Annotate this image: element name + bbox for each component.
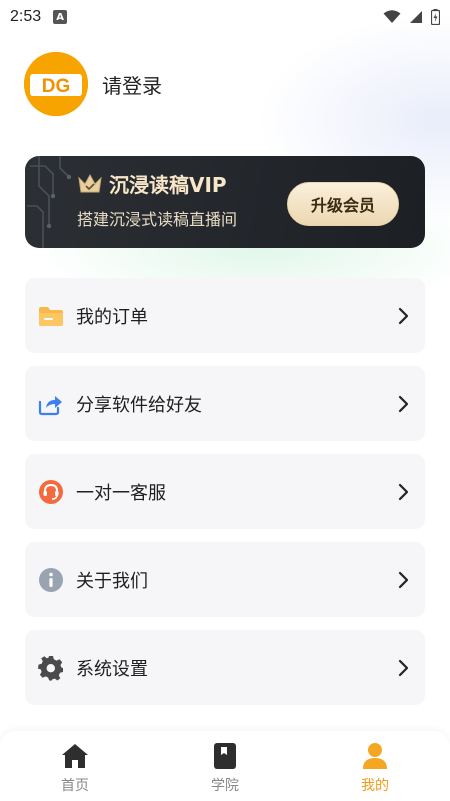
chevron-right-icon <box>395 395 411 413</box>
menu-label: 分享软件给好友 <box>76 394 202 416</box>
vip-title: 沉浸读稿VIP <box>109 173 227 197</box>
vip-subtitle: 搭建沉浸式读稿直播间 <box>77 210 238 229</box>
menu-item-about[interactable]: 关于我们 <box>25 542 425 617</box>
tab-label: 我的 <box>361 778 389 794</box>
status-time: 2:53 <box>10 8 42 25</box>
home-icon <box>60 741 90 771</box>
share-icon <box>38 391 64 417</box>
menu-item-support[interactable]: 一对一客服 <box>25 454 425 529</box>
support-icon <box>38 479 64 505</box>
profile-header[interactable]: DG 请登录 <box>24 52 162 116</box>
signal-icon <box>410 11 422 23</box>
vip-title-row: 沉浸读稿VIP <box>77 169 227 198</box>
tab-home[interactable]: 首页 <box>0 731 150 801</box>
vip-banner[interactable]: 沉浸读稿VIP 搭建沉浸式读稿直播间 升级会员 <box>25 156 425 248</box>
menu-label: 一对一客服 <box>76 482 166 504</box>
dg-logo-icon: DG <box>24 52 88 116</box>
avatar[interactable]: DG <box>24 52 88 116</box>
gear-icon <box>38 655 64 681</box>
menu-item-settings[interactable]: 系统设置 <box>25 630 425 705</box>
user-icon <box>360 741 390 771</box>
tab-label: 学院 <box>211 778 239 794</box>
bottom-tab-bar: 首页 学院 我的 <box>0 731 450 801</box>
tab-mine[interactable]: 我的 <box>300 731 450 801</box>
menu-label: 系统设置 <box>76 658 148 680</box>
battery-icon <box>431 9 440 25</box>
login-prompt[interactable]: 请登录 <box>102 70 162 99</box>
chevron-right-icon <box>395 571 411 589</box>
header-background <box>0 0 450 300</box>
upgrade-membership-button[interactable]: 升级会员 <box>287 182 399 226</box>
tab-label: 首页 <box>61 778 89 794</box>
notification-icon: A <box>53 10 68 24</box>
wifi-icon <box>383 10 401 23</box>
status-bar: 2:53 A <box>0 0 450 34</box>
chevron-right-icon <box>395 307 411 325</box>
menu-label: 关于我们 <box>76 570 148 592</box>
tab-academy[interactable]: 学院 <box>150 731 300 801</box>
menu-item-share[interactable]: 分享软件给好友 <box>25 366 425 441</box>
folder-icon <box>38 303 64 329</box>
svg-text:DG: DG <box>42 76 71 97</box>
book-icon <box>210 741 240 771</box>
info-icon <box>38 567 64 593</box>
menu-label: 我的订单 <box>76 306 148 328</box>
menu-item-orders[interactable]: 我的订单 <box>25 278 425 353</box>
crown-icon <box>78 173 102 192</box>
menu-list: 我的订单 分享软件给好友 一对一客服 关于我们 系统设置 <box>25 278 425 718</box>
status-indicators <box>383 9 440 25</box>
chevron-right-icon <box>395 483 411 501</box>
chevron-right-icon <box>395 659 411 677</box>
